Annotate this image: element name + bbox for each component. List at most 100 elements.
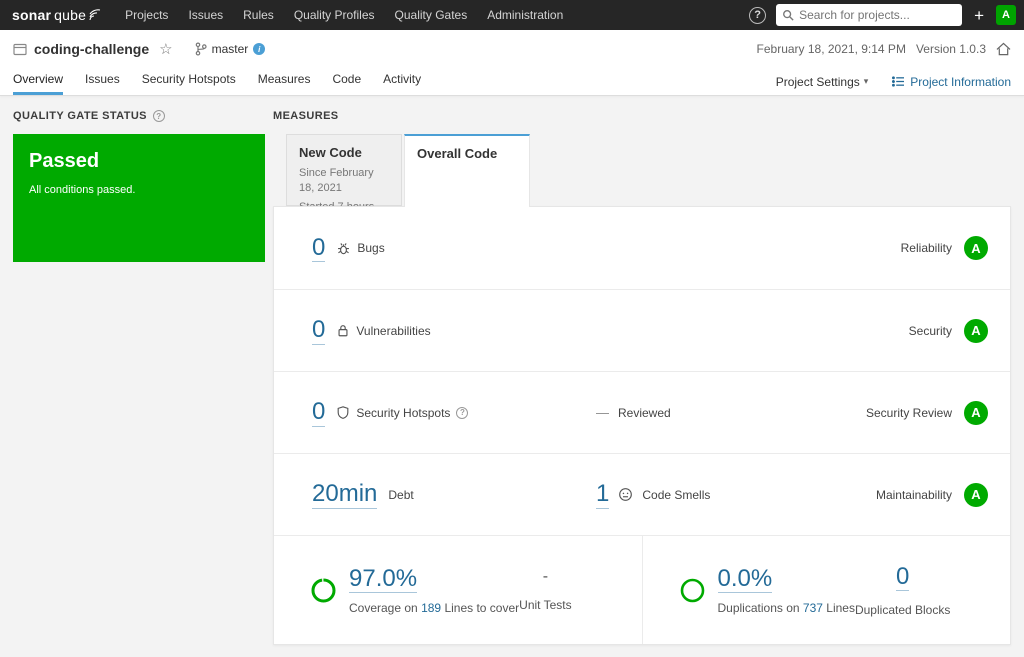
reviewed-group: — Reviewed bbox=[596, 405, 671, 420]
quality-gate-help-icon[interactable]: ? bbox=[152, 110, 165, 122]
project-version: Version 1.0.3 bbox=[915, 42, 986, 56]
duplications-value[interactable]: 0.0% bbox=[717, 564, 773, 593]
tab-measures[interactable]: Measures bbox=[258, 68, 311, 95]
maintainability-group: Maintainability A bbox=[875, 482, 988, 507]
nav-item-issues[interactable]: Issues bbox=[178, 0, 233, 30]
quality-gate-heading: QUALITY GATE STATUS bbox=[13, 110, 147, 122]
security-hotspots-label-group: Security Hotspots ? bbox=[336, 405, 469, 420]
reviewed-value: — bbox=[596, 405, 609, 420]
branch-info-icon[interactable]: i bbox=[253, 43, 266, 55]
bugs-count[interactable]: 0 bbox=[312, 234, 326, 263]
security-review-label: Security Review bbox=[865, 405, 952, 420]
maintainability-label: Maintainability bbox=[875, 487, 952, 502]
quality-gate-subtext: All conditions passed. bbox=[29, 184, 136, 196]
quality-gate-status-panel: Passed All conditions passed. bbox=[13, 134, 265, 262]
tab-new-code[interactable]: New Code Since February 18, 2021 Started… bbox=[286, 134, 402, 225]
top-navbar: sonar qube Projects Issues Rules Quality … bbox=[0, 0, 1024, 30]
reliability-rating-badge[interactable]: A bbox=[964, 236, 988, 260]
project-information-label: Project Information bbox=[910, 74, 1011, 89]
sonar-wave-icon bbox=[89, 9, 101, 21]
overall-code-title: Overall Code bbox=[417, 146, 498, 161]
unit-tests-label: Unit Tests bbox=[519, 598, 572, 612]
project-name: coding-challenge bbox=[34, 41, 150, 57]
lines-to-cover-link[interactable]: 189 bbox=[421, 601, 441, 615]
bug-icon bbox=[336, 241, 351, 256]
quality-gate-column: QUALITY GATE STATUS ? Passed All conditi… bbox=[13, 108, 265, 645]
coverage-duplications-row: 97.0% Coverage on 189 Lines to cover - U… bbox=[274, 535, 1010, 644]
debt-label: Debt bbox=[388, 487, 414, 502]
duplications-section: 0.0% Duplications on 737 Lines 0 Duplica… bbox=[641, 536, 1011, 644]
security-review-rating-badge[interactable]: A bbox=[964, 400, 988, 425]
nav-item-administration[interactable]: Administration bbox=[477, 0, 573, 30]
security-rating-badge[interactable]: A bbox=[964, 318, 988, 343]
coverage-donut-icon bbox=[310, 577, 337, 604]
security-hotspots-label: Security Hotspots bbox=[356, 405, 451, 420]
unit-tests-value: - bbox=[542, 568, 549, 585]
tab-issues[interactable]: Issues bbox=[85, 68, 120, 95]
bugs-label: Bugs bbox=[357, 241, 385, 255]
nav-item-rules[interactable]: Rules bbox=[233, 0, 284, 30]
help-icon[interactable]: ? bbox=[749, 6, 767, 24]
quality-gate-heading-row: QUALITY GATE STATUS ? bbox=[13, 108, 265, 124]
nav-item-quality-gates[interactable]: Quality Gates bbox=[385, 0, 478, 30]
tab-overview[interactable]: Overview bbox=[13, 68, 64, 95]
branch-name: master bbox=[211, 42, 249, 56]
project-title-row: coding-challenge ☆ master i February 18,… bbox=[0, 30, 1024, 68]
nav-item-quality-profiles[interactable]: Quality Profiles bbox=[284, 0, 385, 30]
new-code-title: New Code bbox=[299, 145, 362, 160]
unit-tests-metric: - Unit Tests bbox=[519, 568, 571, 612]
project-search[interactable] bbox=[776, 4, 963, 26]
shield-icon bbox=[336, 405, 350, 420]
measure-row-security-hotspots: 0 Security Hotspots ? — Reviewed Securit… bbox=[274, 371, 1010, 453]
code-smells-label: Code Smells bbox=[642, 487, 711, 502]
measures-heading-row: MEASURES bbox=[273, 108, 1011, 124]
measure-row-debt: 20min Debt 1 Code Smells Maintainability… bbox=[274, 453, 1010, 535]
brand-text-bold: sonar bbox=[12, 7, 52, 23]
security-hotspots-count[interactable]: 0 bbox=[312, 398, 326, 427]
duplicated-lines-link[interactable]: 737 bbox=[803, 601, 823, 615]
measures-panel: 0 Bugs Reliability A 0 Vulnerabilities S… bbox=[273, 206, 1011, 645]
measure-row-bugs: 0 Bugs Reliability A bbox=[274, 207, 1010, 289]
reliability-label: Reliability bbox=[900, 241, 952, 255]
sonarqube-logo[interactable]: sonar qube bbox=[12, 7, 101, 23]
security-hotspots-help-icon[interactable]: ? bbox=[456, 406, 469, 419]
project-information-link[interactable]: Project Information bbox=[892, 75, 1011, 89]
project-meta: February 18, 2021, 9:14 PM Version 1.0.3 bbox=[757, 42, 1011, 56]
duplicated-blocks-value[interactable]: 0 bbox=[895, 563, 910, 592]
favorite-star-icon[interactable]: ☆ bbox=[159, 40, 172, 58]
project-settings-label: Project Settings bbox=[775, 74, 860, 89]
new-code-since: Since February 18, 2021 bbox=[299, 167, 374, 195]
tab-security-hotspots[interactable]: Security Hotspots bbox=[142, 68, 236, 95]
coverage-suffix: Lines to cover bbox=[444, 601, 520, 616]
duplications-subtext: Duplications on 737 Lines bbox=[718, 601, 855, 615]
user-avatar[interactable]: A bbox=[996, 5, 1016, 25]
measure-row-vulnerabilities: 0 Vulnerabilities Security A bbox=[274, 289, 1010, 371]
vulnerabilities-count[interactable]: 0 bbox=[312, 316, 326, 345]
branch-icon bbox=[195, 42, 207, 56]
project-settings-dropdown[interactable]: Project Settings ▾ bbox=[776, 75, 869, 89]
measures-column: MEASURES New Code Since February 18, 202… bbox=[273, 108, 1011, 645]
measures-heading: MEASURES bbox=[273, 110, 339, 122]
duplications-prefix: Duplications on bbox=[717, 601, 800, 616]
debt-label-group: Debt bbox=[388, 488, 413, 502]
maintainability-rating-badge[interactable]: A bbox=[964, 482, 988, 507]
reliability-group: Reliability A bbox=[901, 236, 988, 260]
debt-value[interactable]: 20min bbox=[312, 480, 378, 509]
vulnerabilities-label: Vulnerabilities bbox=[356, 323, 431, 338]
coverage-prefix: Coverage on bbox=[349, 601, 418, 616]
coverage-value[interactable]: 97.0% bbox=[349, 564, 418, 593]
security-group: Security A bbox=[909, 318, 988, 343]
tab-activity[interactable]: Activity bbox=[383, 68, 421, 95]
code-smells-count[interactable]: 1 bbox=[596, 480, 610, 509]
security-review-group: Security Review A bbox=[865, 400, 988, 425]
analysis-date: February 18, 2021, 9:14 PM bbox=[756, 42, 906, 56]
add-project-button[interactable]: + bbox=[972, 7, 986, 24]
tab-code[interactable]: Code bbox=[332, 68, 361, 95]
branch-selector[interactable]: master i bbox=[195, 42, 266, 56]
overview-content: QUALITY GATE STATUS ? Passed All conditi… bbox=[0, 96, 1024, 657]
tab-overall-code[interactable]: Overall Code bbox=[404, 134, 530, 207]
search-input[interactable] bbox=[799, 8, 957, 22]
coverage-metric: 97.0% Coverage on 189 Lines to cover bbox=[349, 564, 520, 616]
nav-item-projects[interactable]: Projects bbox=[115, 0, 178, 30]
homepage-icon[interactable] bbox=[996, 42, 1011, 56]
